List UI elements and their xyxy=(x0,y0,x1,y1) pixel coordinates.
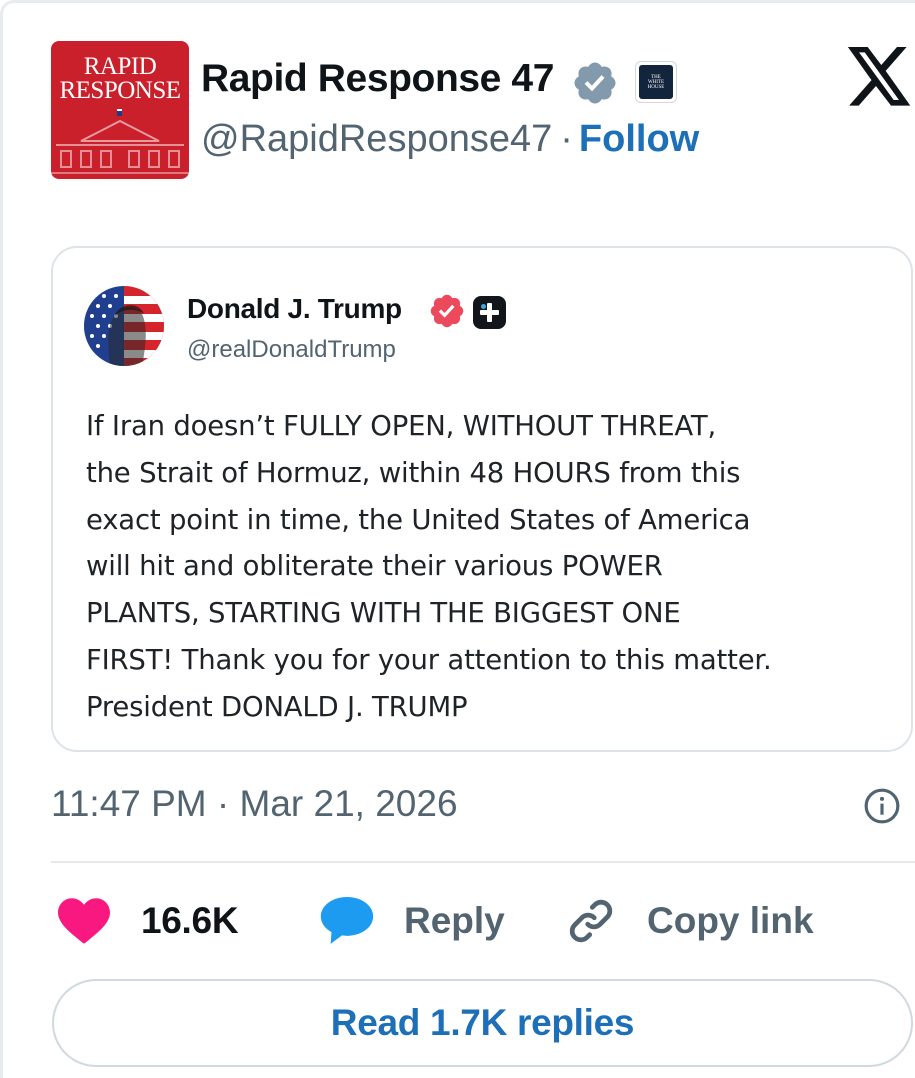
separator-dot: · xyxy=(560,118,573,160)
reply-button[interactable]: Reply xyxy=(320,893,505,949)
x-logo-icon[interactable] xyxy=(847,47,913,107)
like-button[interactable]: 16.6K xyxy=(58,893,239,949)
quoted-author-name[interactable]: Donald J. Trump xyxy=(187,293,402,325)
author-handle-row: @RapidResponse47 · Follow xyxy=(201,118,699,161)
quoted-post[interactable]: Donald J. Trump @realDonaldTrump If Iran… xyxy=(51,246,913,752)
quoted-verified-badge-icon xyxy=(430,294,464,328)
follow-button[interactable]: Follow xyxy=(579,118,699,160)
author-avatar[interactable]: RAPID RESPONSE xyxy=(51,41,189,179)
author-handle[interactable]: @RapidResponse47 xyxy=(201,118,552,160)
link-icon xyxy=(569,899,613,943)
verified-badge-icon xyxy=(574,62,616,104)
reply-label: Reply xyxy=(404,900,505,941)
flag-portrait-icon xyxy=(84,286,164,366)
info-icon[interactable] xyxy=(863,787,901,825)
truth-social-plus-icon xyxy=(473,296,506,329)
quoted-author-avatar[interactable] xyxy=(84,286,164,366)
copy-link-button[interactable]: Copy link xyxy=(565,893,814,949)
heart-icon xyxy=(58,898,110,944)
quoted-author-handle[interactable]: @realDonaldTrump xyxy=(187,336,396,364)
white-house-icon xyxy=(51,109,189,174)
post-timestamp[interactable]: 11:47 PM · Mar 21, 2026 xyxy=(51,783,458,825)
white-house-affiliation-icon[interactable]: THE WHITE HOUSE xyxy=(635,61,677,103)
read-replies-button[interactable]: Read 1.7K replies xyxy=(52,979,913,1067)
speech-bubble-icon xyxy=(320,897,374,944)
author-name[interactable]: Rapid Response 47 xyxy=(201,57,554,101)
quoted-post-text: If Iran doesn’t FULLY OPEN, WITHOUT THRE… xyxy=(86,410,772,723)
embedded-post-card: RAPID RESPONSE Rapid Response 47 THE WHI… xyxy=(0,0,915,1078)
affiliation-seal: THE WHITE HOUSE xyxy=(647,75,665,90)
copy-link-label: Copy link xyxy=(647,900,814,941)
like-count: 16.6K xyxy=(141,900,239,941)
divider xyxy=(51,861,915,863)
avatar-logo-text: RAPID RESPONSE xyxy=(59,53,181,104)
